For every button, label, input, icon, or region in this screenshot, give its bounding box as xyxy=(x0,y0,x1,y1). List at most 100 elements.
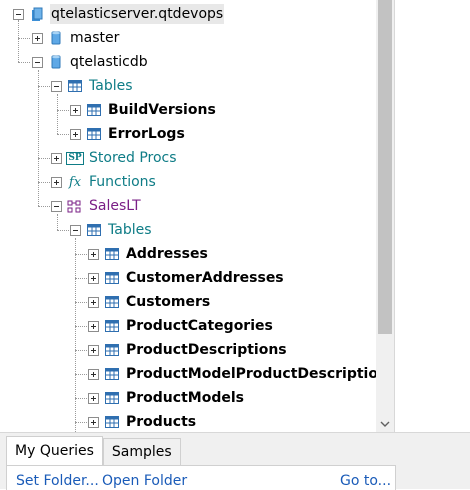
tree-connector xyxy=(57,94,58,134)
set-folder-link[interactable]: Set Folder... xyxy=(16,473,99,489)
expand-toggle[interactable] xyxy=(88,272,99,284)
tree-node-table[interactable]: ProductDescriptions xyxy=(88,338,288,362)
tree-node-server[interactable]: qtelasticserver.qtdevops xyxy=(13,2,225,26)
tree-node-table[interactable]: Products xyxy=(88,410,197,432)
tree-connector xyxy=(75,398,87,399)
table-label: BuildVersions xyxy=(108,102,216,118)
function-icon: fx xyxy=(67,174,83,190)
table-label: Addresses xyxy=(126,246,208,262)
table-icon xyxy=(104,246,120,262)
tree-connector xyxy=(57,110,69,111)
tab-samples[interactable]: Samples xyxy=(102,438,181,465)
expand-toggle[interactable] xyxy=(88,392,99,404)
table-label: Customers xyxy=(126,294,211,310)
expand-toggle[interactable] xyxy=(70,128,81,140)
stored-procs-label: Stored Procs xyxy=(89,150,177,166)
table-label: ProductModels xyxy=(126,390,244,406)
tree-connector xyxy=(75,374,87,375)
tree-connector xyxy=(38,158,50,159)
tree-connector xyxy=(38,86,50,87)
vertical-scrollbar[interactable] xyxy=(376,0,394,432)
go-to-link[interactable]: Go to... xyxy=(340,473,391,489)
functions-label: Functions xyxy=(89,174,156,190)
queries-panel: My Queries Samples Set Folder... Open Fo… xyxy=(0,432,470,490)
tree-connector xyxy=(18,20,19,62)
collapse-toggle[interactable] xyxy=(32,56,43,68)
expand-toggle[interactable] xyxy=(88,248,99,260)
right-panel xyxy=(394,0,470,432)
tab-my-queries[interactable]: My Queries xyxy=(6,436,103,465)
table-icon xyxy=(104,414,120,430)
tree-node-table[interactable]: ErrorLogs xyxy=(70,122,186,146)
database-label: qtelasticdb xyxy=(70,54,148,70)
collapse-toggle[interactable] xyxy=(51,80,62,92)
table-icon xyxy=(104,270,120,286)
tree-connector xyxy=(38,206,50,207)
expand-toggle[interactable] xyxy=(51,176,62,188)
table-folder-icon xyxy=(86,222,102,238)
scroll-down-button[interactable] xyxy=(376,414,394,432)
database-icon xyxy=(48,30,64,46)
collapse-toggle[interactable] xyxy=(51,200,62,212)
tree-node-table[interactable]: ProductCategories xyxy=(88,314,274,338)
expand-toggle[interactable] xyxy=(88,368,99,380)
table-icon xyxy=(104,390,120,406)
tree-node-table[interactable]: CustomerAddresses xyxy=(88,266,285,290)
tree-node-qtelasticdb[interactable]: qtelasticdb xyxy=(32,50,149,74)
expand-toggle[interactable] xyxy=(70,104,81,116)
tree-node-table[interactable]: BuildVersions xyxy=(70,98,217,122)
database-icon xyxy=(48,54,64,70)
expand-toggle[interactable] xyxy=(51,152,62,164)
tree-node-table[interactable]: Addresses xyxy=(88,242,209,266)
tree-connector xyxy=(75,254,87,255)
server-icon xyxy=(29,6,45,22)
table-icon xyxy=(86,102,102,118)
tables-label: Tables xyxy=(108,222,152,238)
table-label: Products xyxy=(126,414,197,430)
tree-node-saleslt[interactable]: SalesLT xyxy=(51,194,142,218)
table-icon xyxy=(86,126,102,142)
tree-node-table[interactable]: ProductModels xyxy=(88,386,245,410)
tree-node-table[interactable]: Customers xyxy=(88,290,211,314)
expand-toggle[interactable] xyxy=(88,416,99,428)
tree-connector xyxy=(18,38,30,39)
expand-toggle[interactable] xyxy=(88,344,99,356)
tree-connector xyxy=(75,326,87,327)
tree-connector xyxy=(38,182,50,183)
open-folder-link[interactable]: Open Folder xyxy=(102,473,187,489)
tree-connector xyxy=(18,62,30,63)
table-label: ProductModelProductDescriptions xyxy=(126,366,376,382)
table-label: ProductCategories xyxy=(126,318,273,334)
tree-connector xyxy=(38,70,39,206)
queries-toolbar: Set Folder... Open Folder Go to... xyxy=(6,465,396,490)
tree-connector xyxy=(75,278,87,279)
tree-connector xyxy=(75,302,87,303)
expand-toggle[interactable] xyxy=(88,296,99,308)
table-folder-icon xyxy=(67,78,83,94)
table-label: CustomerAddresses xyxy=(126,270,284,286)
expand-toggle[interactable] xyxy=(88,320,99,332)
table-icon xyxy=(104,318,120,334)
schema-label: SalesLT xyxy=(89,198,141,214)
table-icon xyxy=(104,294,120,310)
server-label: qtelasticserver.qtdevops xyxy=(50,4,225,24)
expand-toggle[interactable] xyxy=(32,32,43,44)
tree-node-functions[interactable]: fx Functions xyxy=(51,170,157,194)
collapse-toggle[interactable] xyxy=(70,224,81,236)
tree-connector xyxy=(75,238,76,432)
stored-proc-icon: SP xyxy=(66,150,84,166)
table-icon xyxy=(104,342,120,358)
tree-node-saleslt-tables[interactable]: Tables xyxy=(70,218,153,242)
tree-connector xyxy=(57,230,69,231)
function-badge: fx xyxy=(68,174,82,190)
tree-node-stored-procs[interactable]: SP Stored Procs xyxy=(51,146,178,170)
tree-node-master[interactable]: master xyxy=(32,26,120,50)
schema-tree[interactable]: qtelasticserver.qtdevops master qtelasti… xyxy=(0,0,376,432)
tree-node-tables[interactable]: Tables xyxy=(51,74,134,98)
tree-node-table[interactable]: ProductModelProductDescriptions xyxy=(88,362,376,386)
tree-connector xyxy=(75,422,87,423)
scrollbar-thumb[interactable] xyxy=(378,0,392,334)
collapse-toggle[interactable] xyxy=(13,8,24,20)
table-label: ErrorLogs xyxy=(108,126,185,142)
stored-proc-badge: SP xyxy=(66,151,84,165)
